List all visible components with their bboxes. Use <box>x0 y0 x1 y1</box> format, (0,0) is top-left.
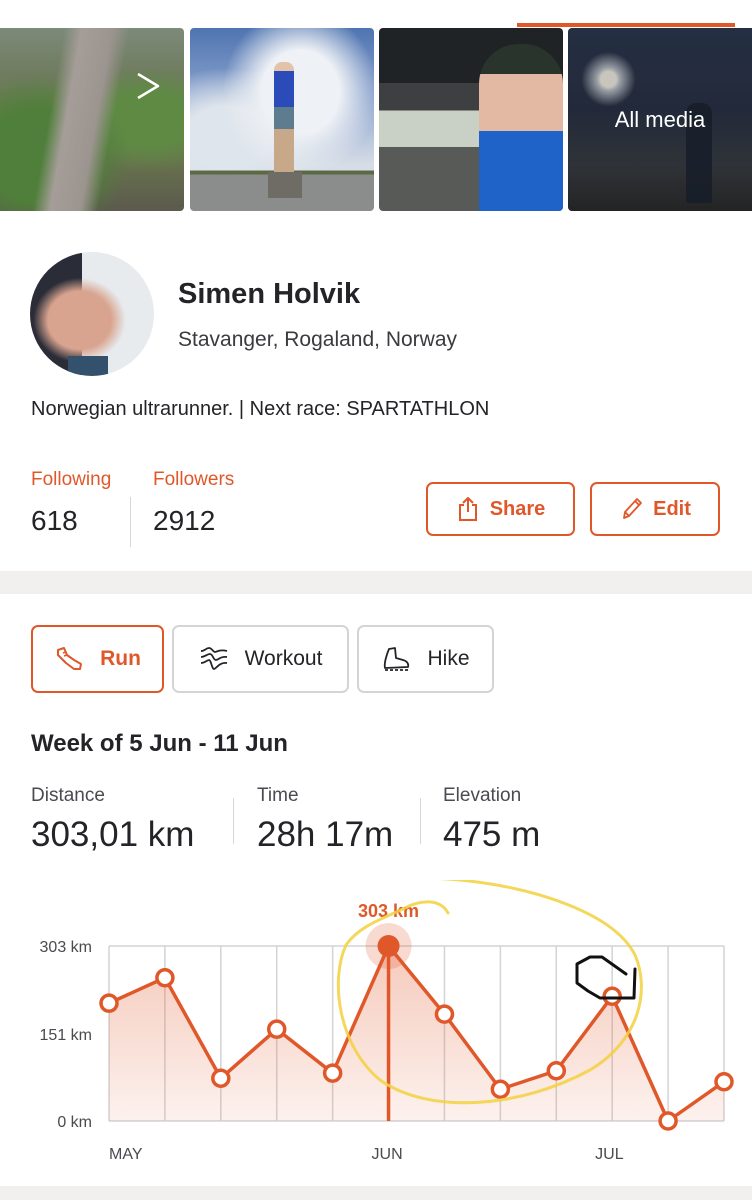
profile-name: Simen Holvik <box>178 278 361 310</box>
share-icon <box>458 497 477 521</box>
following-count[interactable]: 618 <box>31 505 78 537</box>
metric-divider <box>420 798 421 844</box>
chart-area <box>109 946 724 1121</box>
media-tile-photo[interactable] <box>190 28 374 211</box>
chart-canvas[interactable]: 0 km 151 km 303 km MAY JUN JUL 303 km <box>0 880 752 1170</box>
week-title: Week of 5 Jun - 11 Jun <box>31 730 288 757</box>
distance-value: 303,01 km <box>31 815 195 854</box>
profile-location: Stavanger, Rogaland, Norway <box>178 328 457 351</box>
data-point[interactable] <box>434 1004 455 1024</box>
all-media-overlay: All media <box>568 28 752 211</box>
x-tick-label: JUN <box>372 1146 403 1163</box>
section-divider <box>0 1186 752 1200</box>
followers-count[interactable]: 2912 <box>153 505 215 537</box>
data-point[interactable] <box>658 1111 678 1131</box>
tab-workout-label: Workout <box>244 647 323 670</box>
media-tile-photo[interactable] <box>379 28 563 211</box>
x-tick-label: JUL <box>595 1146 624 1163</box>
data-point[interactable] <box>546 1061 567 1081</box>
edit-label: Edit <box>653 497 691 520</box>
x-axis: MAY JUN JUL <box>109 1146 624 1163</box>
tab-run[interactable]: Run <box>31 625 164 693</box>
data-point[interactable] <box>714 1071 734 1092</box>
y-tick-label: 303 km <box>40 939 92 956</box>
play-icon <box>137 72 160 100</box>
y-tick-label: 151 km <box>40 1027 92 1044</box>
time-label: Time <box>257 785 299 806</box>
photo-subject <box>274 62 294 174</box>
weekly-distance-chart[interactable]: 0 km 151 km 303 km MAY JUN JUL 303 km <box>0 880 752 1170</box>
edit-button[interactable]: Edit <box>590 482 720 536</box>
share-button[interactable]: Share <box>426 482 575 536</box>
y-axis: 0 km 151 km 303 km <box>40 939 92 1131</box>
photo-pedestal <box>268 172 302 198</box>
data-point[interactable] <box>602 986 622 1006</box>
data-point[interactable] <box>322 1063 343 1083</box>
avatar-shirt <box>68 356 108 376</box>
all-media-tile[interactable]: All media <box>568 28 752 211</box>
share-label: Share <box>489 497 546 520</box>
distance-label: Distance <box>31 785 105 806</box>
followers-label[interactable]: Followers <box>153 469 234 491</box>
data-point[interactable] <box>490 1079 511 1099</box>
tab-run-label: Run <box>100 647 141 670</box>
selected-value-label: 303 km <box>358 901 419 921</box>
following-label[interactable]: Following <box>31 469 111 491</box>
section-divider <box>0 571 752 594</box>
selected-data-point[interactable] <box>377 935 400 957</box>
data-point[interactable] <box>266 1019 287 1039</box>
avatar[interactable] <box>30 252 154 376</box>
pencil-icon <box>623 498 643 519</box>
hiking-boot-icon <box>384 647 410 671</box>
data-point[interactable] <box>155 968 175 988</box>
tab-hike[interactable]: Hike <box>357 625 494 693</box>
all-media-label: All media <box>614 106 706 132</box>
time-value: 28h 17m <box>257 815 394 854</box>
photo-subject <box>479 44 563 211</box>
metric-divider <box>233 798 234 844</box>
tab-workout[interactable]: Workout <box>172 625 349 693</box>
x-tick-label: MAY <box>109 1146 143 1163</box>
profile-bio: Norwegian ultrarunner. | Next race: SPAR… <box>31 398 490 420</box>
media-tile-video[interactable] <box>0 28 184 211</box>
media-strip: All media <box>0 0 752 230</box>
tab-hike-label: Hike <box>427 647 470 670</box>
y-tick-label: 0 km <box>57 1114 92 1131</box>
running-shoe-icon <box>57 647 83 670</box>
data-point[interactable] <box>211 1068 231 1089</box>
area-fill <box>109 946 724 1121</box>
stat-divider <box>130 497 131 547</box>
data-point[interactable] <box>99 993 119 1013</box>
workout-waves-icon <box>200 647 227 670</box>
media-scroll-indicator <box>517 23 735 27</box>
elevation-label: Elevation <box>443 785 522 806</box>
elevation-value: 475 m <box>443 815 541 854</box>
